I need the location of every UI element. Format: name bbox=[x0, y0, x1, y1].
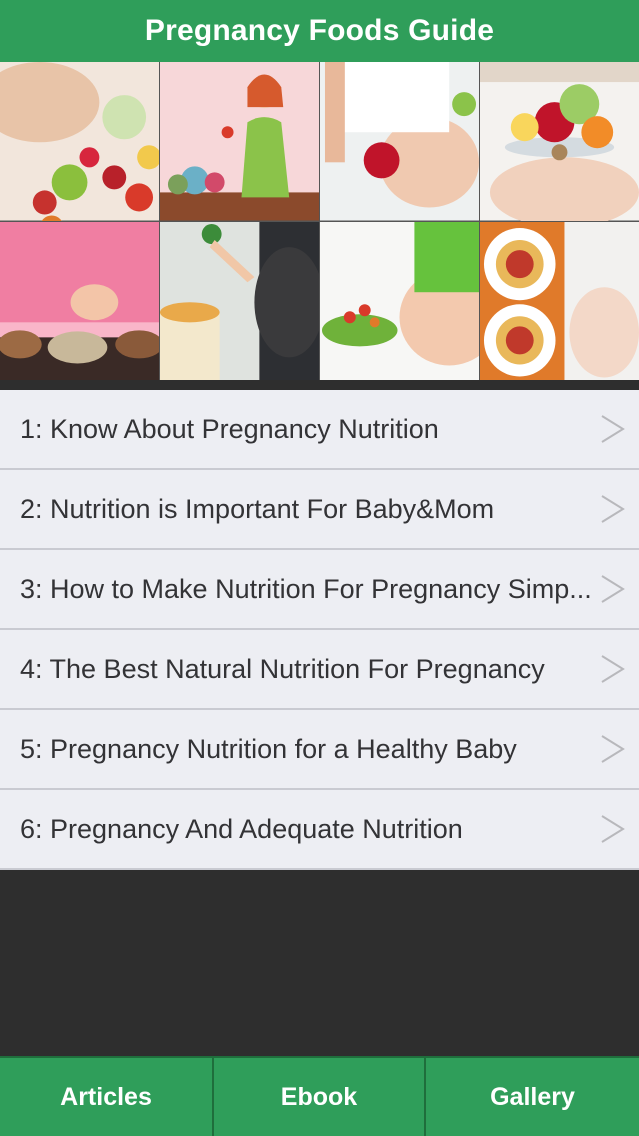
collage-image-5 bbox=[0, 221, 159, 380]
article-item-2[interactable]: 2: Nutrition is Important For Baby&Mom bbox=[0, 470, 639, 550]
tab-label: Articles bbox=[60, 1082, 152, 1111]
article-item-5[interactable]: 5: Pregnancy Nutrition for a Healthy Bab… bbox=[0, 710, 639, 790]
collage-image-4 bbox=[480, 62, 639, 221]
tab-ebook[interactable]: Ebook bbox=[212, 1056, 424, 1136]
chevron-right-icon bbox=[599, 813, 627, 845]
collage-image-6 bbox=[160, 221, 319, 380]
collage-image-7 bbox=[320, 221, 479, 380]
tab-gallery[interactable]: Gallery bbox=[424, 1056, 639, 1136]
collage-image-3 bbox=[320, 62, 479, 221]
article-item-3[interactable]: 3: How to Make Nutrition For Pregnancy S… bbox=[0, 550, 639, 630]
header-bar: Pregnancy Foods Guide bbox=[0, 0, 639, 62]
tab-label: Gallery bbox=[490, 1082, 575, 1111]
collage-image-1 bbox=[0, 62, 159, 221]
tab-label: Ebook bbox=[280, 1082, 358, 1111]
chevron-right-icon bbox=[599, 413, 627, 445]
article-item-1[interactable]: 1: Know About Pregnancy Nutrition bbox=[0, 390, 639, 470]
app-screen: Pregnancy Foods Guide 1: Know About Preg… bbox=[0, 0, 639, 1136]
collage-image-2 bbox=[160, 62, 319, 221]
article-label: 3: How to Make Nutrition For Pregnancy S… bbox=[20, 573, 592, 604]
article-item-6[interactable]: 6: Pregnancy And Adequate Nutrition bbox=[0, 790, 639, 870]
chevron-right-icon bbox=[599, 493, 627, 525]
chevron-right-icon bbox=[599, 653, 627, 685]
page-title: Pregnancy Foods Guide bbox=[144, 14, 495, 47]
chevron-right-icon bbox=[599, 573, 627, 605]
article-label: 2: Nutrition is Important For Baby&Mom bbox=[20, 493, 495, 524]
article-label: 1: Know About Pregnancy Nutrition bbox=[20, 413, 439, 444]
collage-image-8 bbox=[480, 221, 639, 380]
section-divider bbox=[0, 380, 639, 390]
chevron-right-icon bbox=[599, 733, 627, 765]
bottom-tab-bar: Articles Ebook Gallery bbox=[0, 1056, 639, 1136]
photo-collage bbox=[0, 62, 639, 380]
article-label: 6: Pregnancy And Adequate Nutrition bbox=[20, 813, 463, 844]
article-label: 4: The Best Natural Nutrition For Pregna… bbox=[20, 653, 545, 684]
tab-articles[interactable]: Articles bbox=[0, 1056, 212, 1136]
article-list: 1: Know About Pregnancy Nutrition 2: Nut… bbox=[0, 390, 639, 870]
article-item-4[interactable]: 4: The Best Natural Nutrition For Pregna… bbox=[0, 630, 639, 710]
article-label: 5: Pregnancy Nutrition for a Healthy Bab… bbox=[20, 733, 517, 764]
